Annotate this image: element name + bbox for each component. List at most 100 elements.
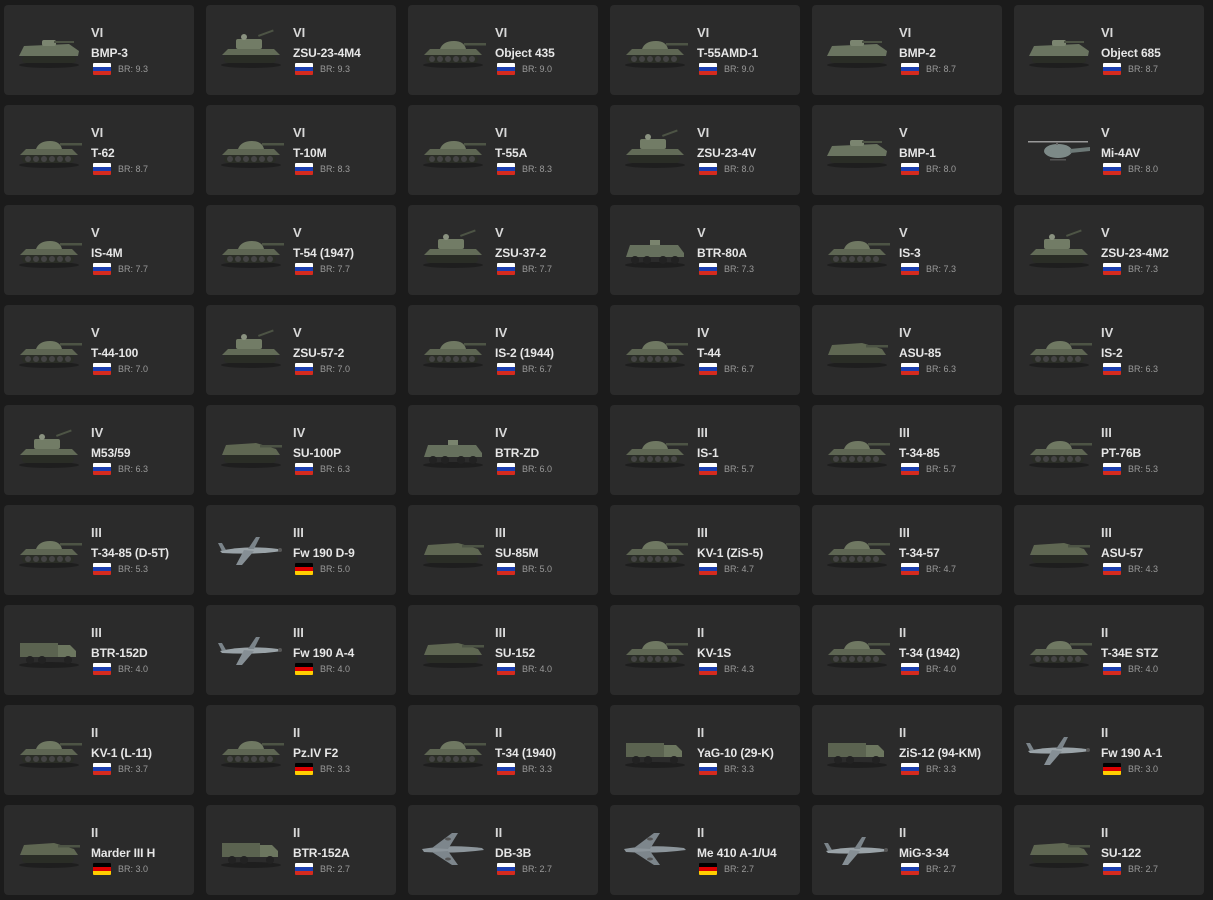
vehicle-card[interactable]: III T-34-57 BR: 4.7	[812, 505, 1002, 595]
vehicle-card[interactable]: II Me 410 A-1/U4 BR: 2.7	[610, 805, 800, 895]
vehicle-card[interactable]: V BTR-80A BR: 7.3	[610, 205, 800, 295]
vehicle-card[interactable]: VI Object 685 BR: 8.7	[1014, 5, 1204, 95]
ussr-flag-icon	[901, 263, 919, 275]
vehicle-card[interactable]: III BTR-152D BR: 4.0	[4, 605, 194, 695]
battle-rating: BR: 9.0	[522, 63, 552, 75]
tank-icon	[620, 529, 690, 569]
vehicle-rank: V	[293, 325, 302, 340]
vehicle-name: IS-3	[899, 246, 921, 260]
vehicle-card[interactable]: II ZiS-12 (94-KM) BR: 3.3	[812, 705, 1002, 795]
vehicle-card[interactable]: III PT-76B BR: 5.3	[1014, 405, 1204, 495]
vehicle-card[interactable]: VI T-55A BR: 8.3	[408, 105, 598, 195]
ussr-flag-icon	[497, 463, 515, 475]
battle-rating: BR: 6.7	[724, 363, 754, 375]
vehicle-card[interactable]: III Fw 190 A-4 BR: 4.0	[206, 605, 396, 695]
td-icon	[418, 529, 488, 569]
br-label: BR:	[724, 764, 740, 774]
vehicle-card[interactable]: III SU-85M BR: 5.0	[408, 505, 598, 595]
vehicle-rank: II	[697, 625, 705, 640]
tank-icon	[14, 529, 84, 569]
ussr-flag-icon	[497, 563, 515, 575]
vehicle-card[interactable]: II KV-1 (L-11) BR: 3.7	[4, 705, 194, 795]
vehicle-card[interactable]: III ASU-57 BR: 4.3	[1014, 505, 1204, 595]
vehicle-card[interactable]: V ZSU-57-2 BR: 7.0	[206, 305, 396, 395]
vehicle-card[interactable]: IV SU-100P BR: 6.3	[206, 405, 396, 495]
ifv-icon	[822, 129, 892, 169]
vehicle-card[interactable]: II BTR-152A BR: 2.7	[206, 805, 396, 895]
vehicle-card[interactable]: VI ZSU-23-4M4 BR: 9.3	[206, 5, 396, 95]
vehicle-rank: VI	[899, 25, 912, 40]
ussr-flag-icon	[699, 563, 717, 575]
br-value: 7.3	[741, 264, 755, 274]
br-value: 9.3	[135, 64, 149, 74]
vehicle-card[interactable]: IV ASU-85 BR: 6.3	[812, 305, 1002, 395]
vehicle-card[interactable]: IV T-44 BR: 6.7	[610, 305, 800, 395]
vehicle-card[interactable]: II Marder III H BR: 3.0	[4, 805, 194, 895]
br-value: 4.7	[741, 564, 755, 574]
vehicle-card[interactable]: VI ZSU-23-4V BR: 8.0	[610, 105, 800, 195]
br-value: 4.3	[741, 664, 755, 674]
vehicle-card[interactable]: V ZSU-23-4M2 BR: 7.3	[1014, 205, 1204, 295]
vehicle-card[interactable]: V IS-4M BR: 7.7	[4, 205, 194, 295]
vehicle-card[interactable]: VI BMP-3 BR: 9.3	[4, 5, 194, 95]
br-value: 6.3	[135, 464, 149, 474]
battle-rating: BR: 7.3	[1128, 263, 1158, 275]
vehicle-card[interactable]: VI T-55AMD-1 BR: 9.0	[610, 5, 800, 95]
vehicle-card[interactable]: V T-54 (1947) BR: 7.7	[206, 205, 396, 295]
vehicle-card[interactable]: V BMP-1 BR: 8.0	[812, 105, 1002, 195]
battle-rating: BR: 7.0	[320, 363, 350, 375]
ussr-flag-icon	[497, 763, 515, 775]
vehicle-card[interactable]: III T-34-85 (D-5T) BR: 5.3	[4, 505, 194, 595]
battle-rating: BR: 5.0	[320, 563, 350, 575]
vehicle-card[interactable]: VI BMP-2 BR: 8.7	[812, 5, 1002, 95]
apc-icon	[620, 229, 690, 269]
battle-rating: BR: 6.3	[926, 363, 956, 375]
vehicle-card[interactable]: IV IS-2 BR: 6.3	[1014, 305, 1204, 395]
vehicle-card[interactable]: V ZSU-37-2 BR: 7.7	[408, 205, 598, 295]
vehicle-card[interactable]: V T-44-100 BR: 7.0	[4, 305, 194, 395]
br-label: BR:	[522, 264, 538, 274]
vehicle-card[interactable]: V IS-3 BR: 7.3	[812, 205, 1002, 295]
vehicle-card[interactable]: II T-34 (1942) BR: 4.0	[812, 605, 1002, 695]
ifv-icon	[1024, 29, 1094, 69]
br-value: 3.3	[943, 764, 957, 774]
tank-icon	[14, 729, 84, 769]
vehicle-card[interactable]: III Fw 190 D-9 BR: 5.0	[206, 505, 396, 595]
vehicle-card[interactable]: VI T-10M BR: 8.3	[206, 105, 396, 195]
vehicle-card[interactable]: III KV-1 (ZiS-5) BR: 4.7	[610, 505, 800, 595]
vehicle-card[interactable]: II MiG-3-34 BR: 2.7	[812, 805, 1002, 895]
vehicle-card[interactable]: IV BTR-ZD BR: 6.0	[408, 405, 598, 495]
spaa-icon	[216, 29, 286, 69]
vehicle-rank: V	[91, 225, 100, 240]
vehicle-card[interactable]: V Mi-4AV BR: 8.0	[1014, 105, 1204, 195]
battle-rating: BR: 6.3	[118, 463, 148, 475]
vehicle-card[interactable]: II KV-1S BR: 4.3	[610, 605, 800, 695]
battle-rating: BR: 8.7	[118, 163, 148, 175]
vehicle-card[interactable]: IV IS-2 (1944) BR: 6.7	[408, 305, 598, 395]
vehicle-rank: V	[293, 225, 302, 240]
vehicle-card[interactable]: II T-34E STZ BR: 4.0	[1014, 605, 1204, 695]
vehicle-card[interactable]: III IS-1 BR: 5.7	[610, 405, 800, 495]
vehicle-card[interactable]: II Fw 190 A-1 BR: 3.0	[1014, 705, 1204, 795]
br-label: BR:	[1128, 164, 1144, 174]
vehicle-card[interactable]: II SU-122 BR: 2.7	[1014, 805, 1204, 895]
vehicle-card[interactable]: VI T-62 BR: 8.7	[4, 105, 194, 195]
br-label: BR:	[926, 764, 942, 774]
br-label: BR:	[118, 264, 134, 274]
battle-rating: BR: 4.3	[724, 663, 754, 675]
vehicle-card[interactable]: II YaG-10 (29-K) BR: 3.3	[610, 705, 800, 795]
vehicle-card[interactable]: II T-34 (1940) BR: 3.3	[408, 705, 598, 795]
ussr-flag-icon	[93, 63, 111, 75]
vehicle-card[interactable]: III SU-152 BR: 4.0	[408, 605, 598, 695]
br-value: 9.0	[741, 64, 755, 74]
tank-icon	[418, 329, 488, 369]
battle-rating: BR: 2.7	[1128, 863, 1158, 875]
vehicle-card[interactable]: II DB-3B BR: 2.7	[408, 805, 598, 895]
battle-rating: BR: 8.7	[1128, 63, 1158, 75]
vehicle-card[interactable]: II Pz.IV F2 BR: 3.3	[206, 705, 396, 795]
vehicle-card[interactable]: VI Object 435 BR: 9.0	[408, 5, 598, 95]
vehicle-card[interactable]: III T-34-85 BR: 5.7	[812, 405, 1002, 495]
br-label: BR:	[724, 564, 740, 574]
vehicle-card[interactable]: IV M53/59 BR: 6.3	[4, 405, 194, 495]
ussr-flag-icon	[497, 63, 515, 75]
